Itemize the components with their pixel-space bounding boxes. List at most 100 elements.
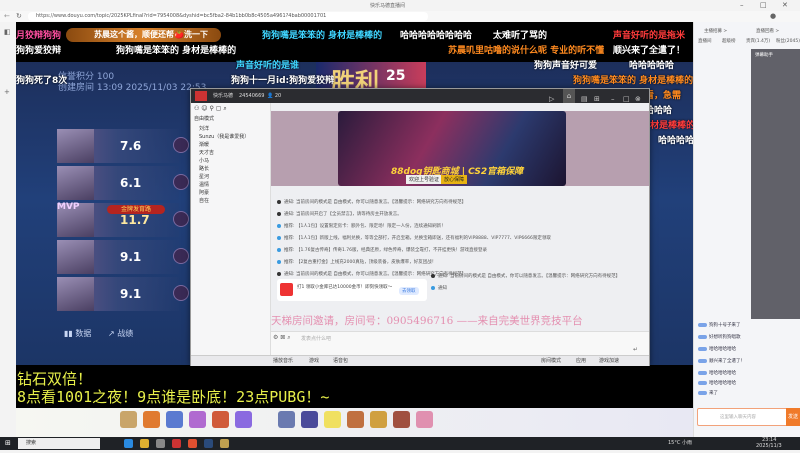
list-icon[interactable]: ▤ [581, 92, 588, 106]
message: 推荐: 【1人1包】新版上线，福利兑换，等等全部打，开启宝箱，兑换宝箱即送，还有… [277, 235, 551, 241]
taskbar-search[interactable]: 搜索 [18, 438, 100, 449]
game-button[interactable]: 游戏 [309, 356, 319, 367]
notice-icon [277, 271, 281, 276]
weather[interactable]: 15°C 小雨 [668, 437, 692, 450]
message-text: 通知 [438, 286, 447, 291]
message-text[interactable]: 推荐: 【1人1包】设置限定房卡：额外包、限定场！限定一人份，连续通知刷新！ [284, 224, 446, 229]
gamepad-icon[interactable]: ⊞ [594, 92, 600, 106]
tab-vip[interactable]: 贵宾(1.4万) [746, 38, 770, 44]
send-button[interactable]: 发送 [786, 408, 800, 426]
minimize-button[interactable]: – [740, 1, 744, 9]
steam-icon[interactable] [204, 439, 213, 448]
close-icon[interactable]: ⊗ [635, 92, 641, 106]
chat-text: 哈哈哈哈哈哈 [709, 371, 736, 376]
voice-button[interactable]: 语音包 [333, 356, 348, 367]
player-score: 9.1 [120, 250, 142, 264]
member-item[interactable]: 温情 [199, 181, 209, 188]
subtitle-line: 8点看1001之夜！9点谁是卧底！23点PUBG！~ [17, 388, 330, 406]
replay-link[interactable]: 直播回看 > [756, 28, 779, 34]
reward-button[interactable]: 去领取 [399, 287, 419, 295]
level-badge [698, 390, 707, 395]
danmaku: 狗狗十一月id:狗狗爱狡辩 [231, 76, 335, 86]
recommend-icon [277, 247, 281, 252]
maximize-icon[interactable]: □ [623, 92, 630, 106]
member-item[interactable]: 路长 [199, 165, 209, 172]
edge-icon[interactable] [124, 439, 133, 448]
close-button[interactable]: ✕ [782, 1, 788, 9]
gift-icon[interactable] [324, 411, 341, 428]
gift-icon[interactable] [143, 411, 160, 428]
record-tab[interactable]: ↗ 战绩 [108, 328, 133, 339]
minimize-icon[interactable]: – [611, 92, 615, 106]
store-icon[interactable] [156, 439, 165, 448]
gift-icon[interactable] [166, 411, 183, 428]
accelerator-button[interactable]: 游戏加速 [599, 356, 619, 367]
url-field[interactable]: https://www.douyu.com/topic/2025KPLfinal… [28, 12, 428, 21]
chat-text: 来了 [709, 391, 718, 396]
member-item[interactable]: 自在 [199, 197, 209, 204]
gift-banner: 苏晨这个酱，顺便还帮🍅洗一下 [66, 28, 221, 42]
chat-message: 哈哈哈哈哈哈 [698, 346, 736, 352]
gift-icon[interactable] [120, 411, 137, 428]
member-item[interactable]: 星河 [199, 173, 209, 180]
gift-icon[interactable] [370, 411, 387, 428]
emoji-icon[interactable]: ⚙ ⊠ ⌕ [273, 334, 291, 342]
reward-card[interactable]: 打1 领取小金库已达10000金币！即刻快领取～ 去领取 [277, 279, 427, 301]
chat-message: 狗狗十号子来了 [698, 322, 741, 328]
member-item[interactable]: 刘洋 [199, 125, 209, 132]
member-item[interactable]: 渐暖 [199, 141, 209, 148]
message-text[interactable]: 推荐: 【1人1包】新版上线，福利兑换，等等全部打，开启宝箱，兑换宝箱即送，还有… [284, 236, 551, 241]
profile-icon[interactable]: ● [770, 12, 776, 20]
gift-icon[interactable] [212, 411, 229, 428]
equipment-icon [173, 137, 189, 153]
member-item[interactable]: 小马 [199, 157, 209, 164]
start-icon[interactable]: ⊞ [5, 437, 11, 450]
message-input[interactable]: ⚙ ⊠ ⌕ 发表点什么吧 ↵ [271, 331, 649, 355]
notice-icon [277, 211, 281, 216]
member-item[interactable]: 阿豪 [199, 189, 209, 196]
chat-message: 好想听狗狗唱歌 [698, 334, 741, 340]
member-item[interactable]: 天才吉 [199, 149, 214, 156]
sidebar-panel-icon[interactable]: ◧ [4, 28, 12, 36]
gift-icon[interactable] [301, 411, 318, 428]
music-button[interactable]: 播放音乐 [273, 356, 293, 367]
app-icon[interactable] [188, 439, 197, 448]
maximize-button[interactable]: □ [760, 1, 767, 9]
apps-button[interactable]: 应用 [576, 356, 586, 367]
gift-icon[interactable] [393, 411, 410, 428]
send-icon[interactable]: ↵ [633, 346, 638, 353]
mode-select[interactable]: 自由模式 [194, 115, 214, 122]
chat-text: 狗狗十号子来了 [709, 323, 741, 328]
streamer-recruit-link[interactable]: 主播招募 > [704, 28, 727, 34]
clock-date[interactable]: 2025/11/3 [756, 440, 782, 453]
video-icon[interactable]: ▷ [549, 92, 554, 106]
app-icon[interactable] [172, 439, 181, 448]
message-text: 通知: 当前房间的模式是 自由模式，你可以随意发言。【温馨提示：网络研究方向有待… [438, 274, 621, 279]
app-icon[interactable] [220, 439, 229, 448]
member-item[interactable]: Sunzu（我是谁爱我） [199, 133, 249, 140]
input-placeholder: 发表点什么吧 [301, 336, 332, 342]
refresh-icon[interactable]: ↻ [16, 12, 22, 20]
back-icon[interactable]: ← [4, 12, 10, 20]
gift-icon[interactable] [416, 411, 433, 428]
hero-portrait [57, 166, 94, 200]
explorer-icon[interactable] [140, 439, 149, 448]
tab-room[interactable]: 直播间 [698, 38, 712, 44]
tab-super[interactable]: 超级榜 [722, 38, 736, 44]
gift-icon[interactable] [347, 411, 364, 428]
chat-input[interactable]: 这里输入聊天内容 [697, 408, 798, 426]
tab-fans[interactable]: 粉丝(2045) [776, 38, 800, 44]
gift-bar [16, 408, 693, 437]
message-text[interactable]: 推荐: 【1.76复古传奇】传奇1.76版，经典还原，绿色传奇，爆装全靠打，不开… [284, 248, 487, 253]
danmaku: 狗狗声音好可爱 [534, 61, 598, 71]
banner-button[interactable]: 放心保障 [441, 175, 468, 184]
gift-icon[interactable] [235, 411, 252, 428]
sidebar-add-icon[interactable]: + [4, 88, 12, 96]
data-tab[interactable]: ▮▮ 数据 [64, 328, 91, 339]
toolbar-icons[interactable]: ⚇ ☺ ⚲ ▢ ⌕ [194, 105, 227, 113]
gift-icon[interactable] [278, 411, 295, 428]
home-icon[interactable]: ⌂ [563, 89, 575, 103]
room-mode-button[interactable]: 房间模式 [541, 356, 561, 367]
gift-icon[interactable] [189, 411, 206, 428]
message-text[interactable]: 推荐: 【2复古重打金】上线充2000真钻，顶级装备，皮肤爆率，好友团战！ [284, 260, 436, 265]
